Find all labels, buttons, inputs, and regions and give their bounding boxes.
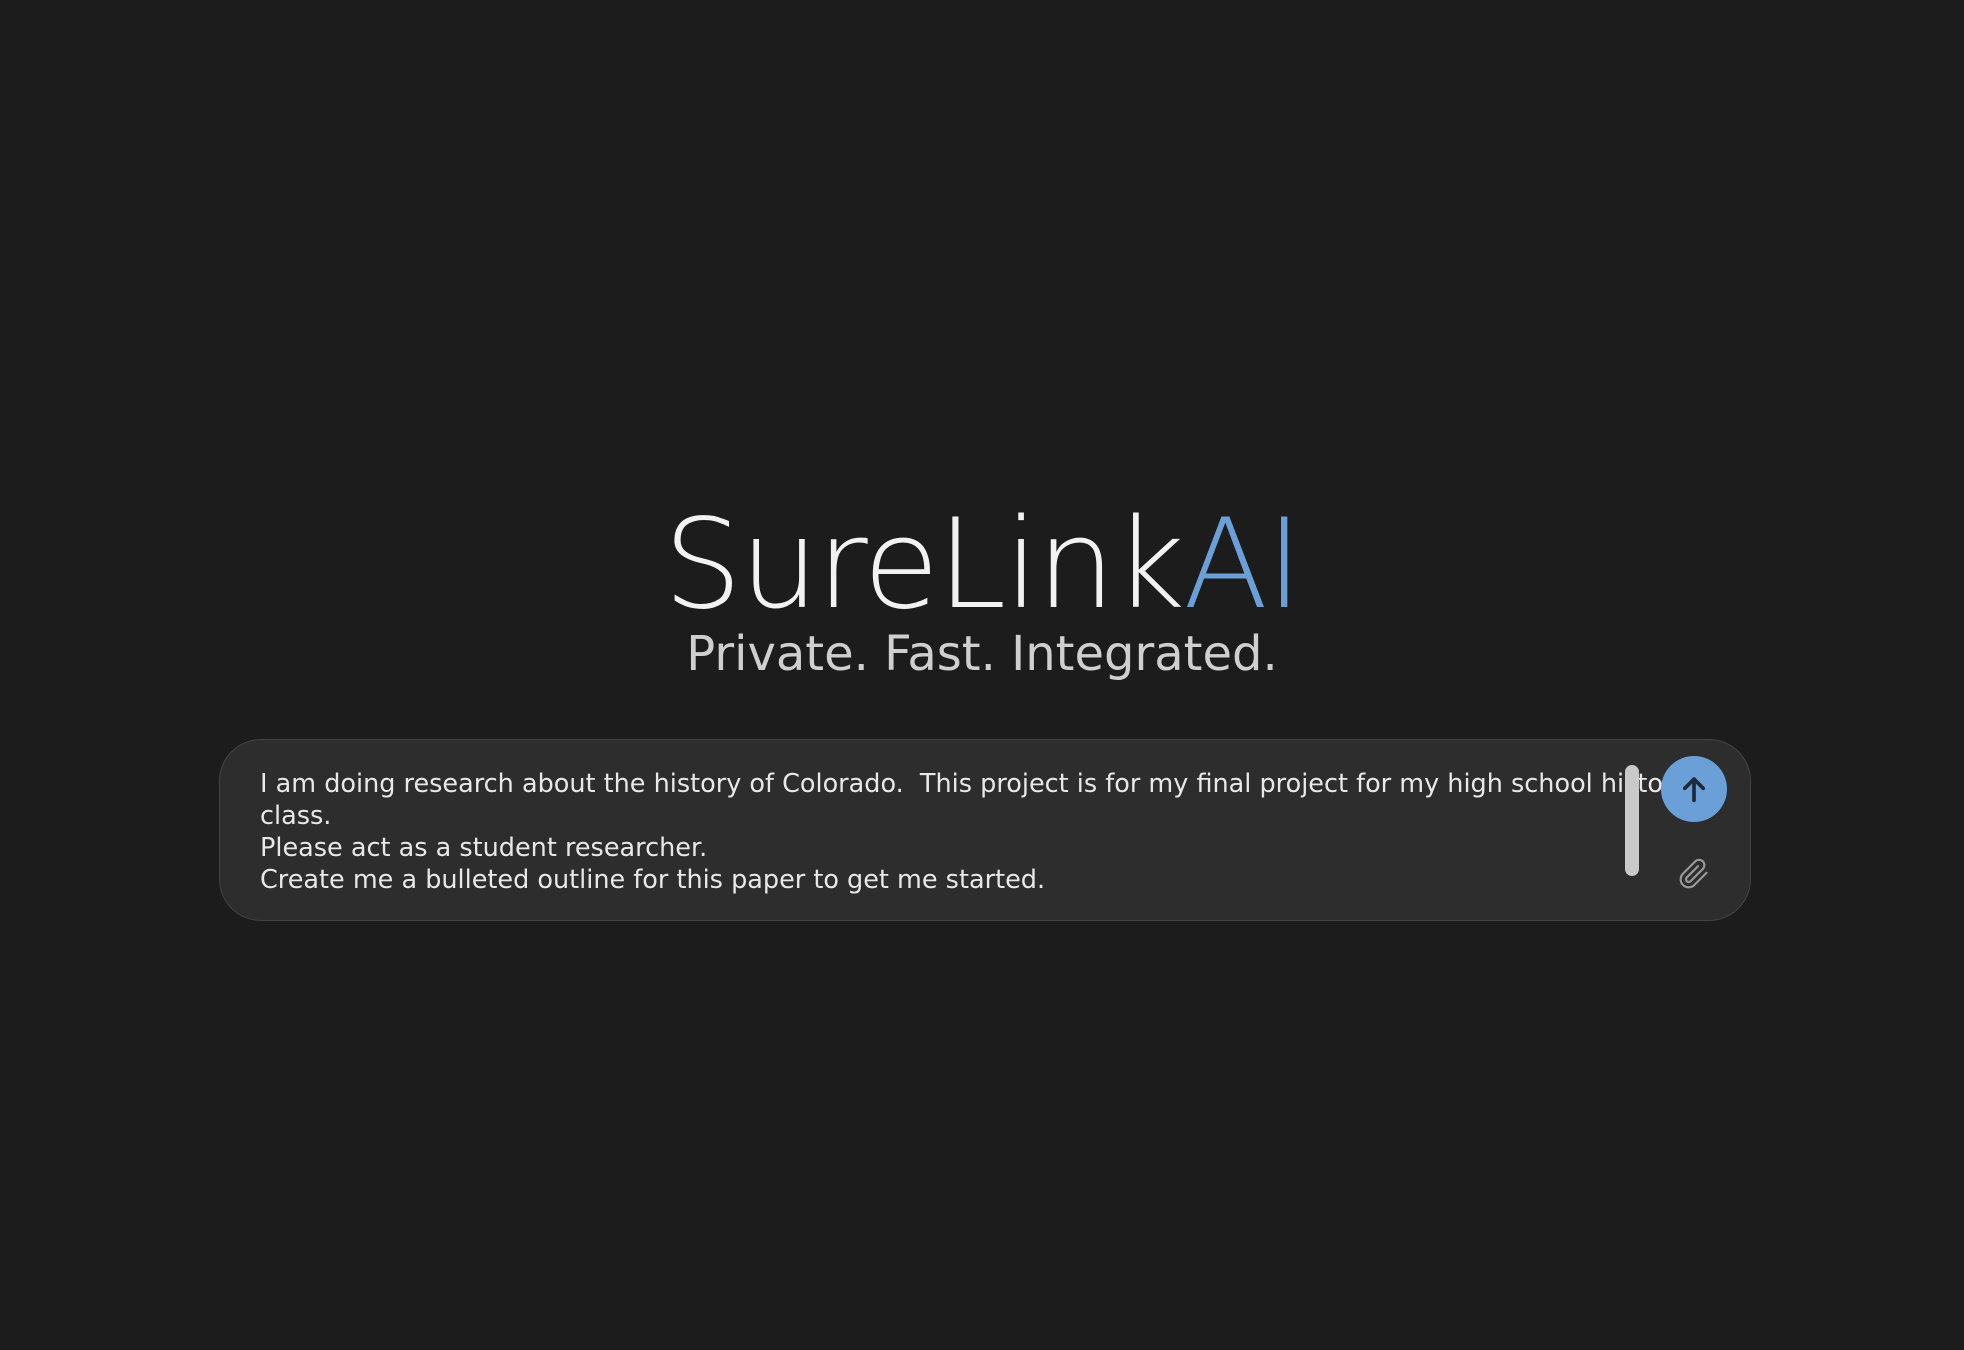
prompt-composer: I am doing research about the history of… [219,739,1760,921]
tagline: Private. Fast. Integrated. [686,626,1278,682]
scrollbar[interactable] [1625,765,1639,876]
brand-name-accent: AI [1183,493,1302,637]
brand-name-main: SureLink [663,493,1185,637]
attach-button[interactable] [1674,854,1714,894]
brand-logo: SureLinkAI [0,495,1964,635]
paperclip-icon [1679,858,1708,889]
arrow-up-icon [1682,777,1706,803]
prompt-input[interactable]: I am doing research about the history of… [260,768,1760,898]
send-button[interactable] [1661,756,1727,822]
page: SureLinkAI Private. Fast. Integrated. I … [0,0,1964,1350]
